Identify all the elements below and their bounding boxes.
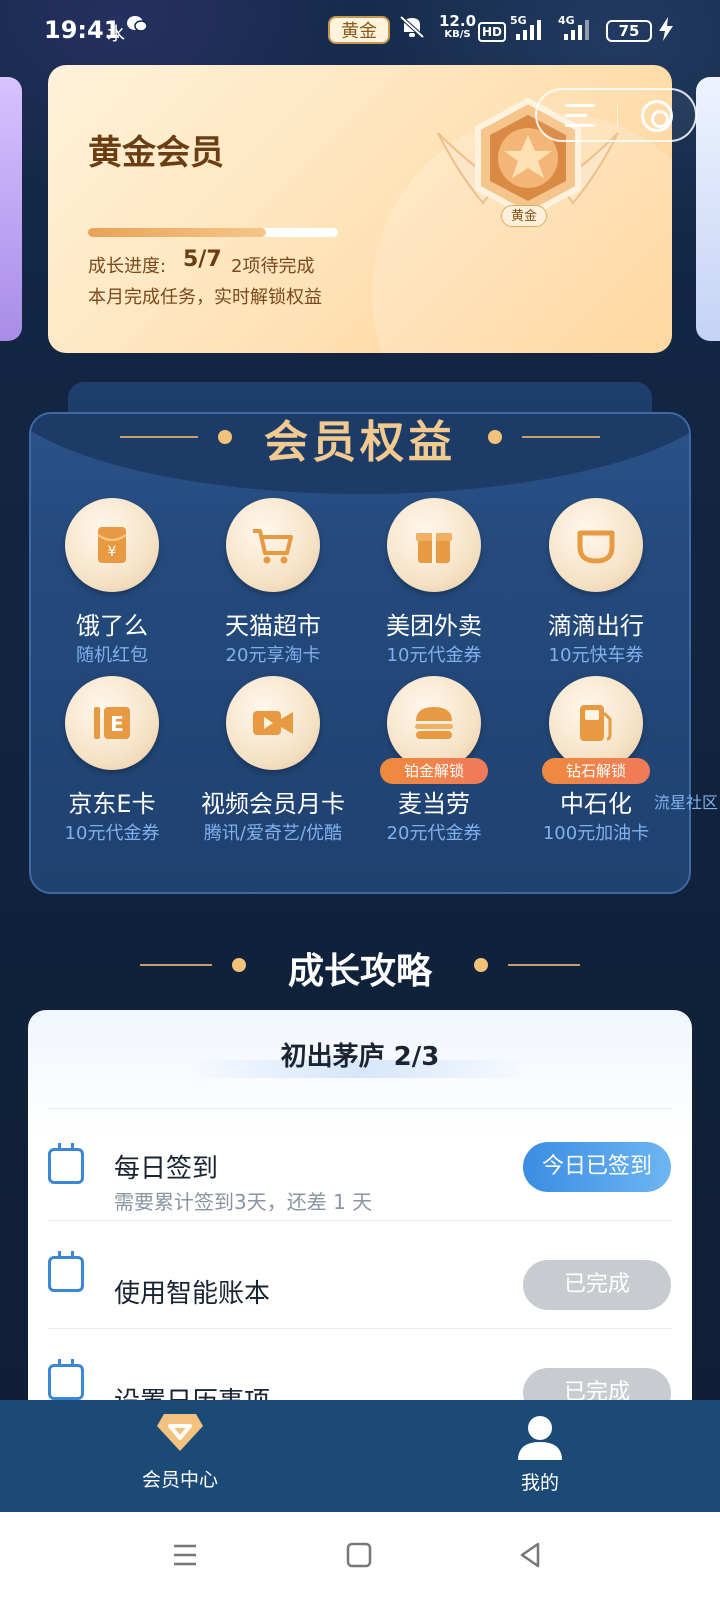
gift-box-icon: [387, 498, 481, 592]
benefit-name: 视频会员月卡: [201, 790, 345, 818]
svg-text:¥: ¥: [108, 544, 117, 560]
benefit-name: 天猫超市: [225, 612, 321, 640]
network-speed: 12.0 KB/S: [439, 12, 477, 41]
progress-label: 成长进度:: [88, 256, 167, 277]
charging-icon: [658, 17, 674, 46]
benefit-name: 饿了么: [76, 612, 148, 640]
task-card: 初出茅庐 2/3 每日签到需要累计签到3天，还差 1 天 今日已签到使用智能账本 已…: [28, 1010, 692, 1430]
calendar-icon: [48, 1143, 84, 1184]
stage-title: 初出茅庐 2/3: [280, 1042, 440, 1072]
previous-level-card[interactable]: [0, 77, 22, 341]
benefit-name: 美团外卖: [386, 612, 482, 640]
card-subtitle: 本月完成任务，实时解锁权益: [88, 287, 322, 308]
benefit-item[interactable]: 美团外卖 10元代金券: [352, 498, 516, 678]
wechat-icon: [126, 14, 148, 39]
badge-level-label: 黄金: [501, 205, 547, 227]
calendar-icon: [48, 1359, 84, 1400]
fuel-pump-icon: [549, 676, 643, 770]
task-description: 需要累计签到3天，还差 1 天: [114, 1190, 373, 1214]
benefit-subtitle: 10元快车券: [548, 645, 644, 666]
home-icon[interactable]: [344, 1540, 374, 1570]
benefit-name: 滴滴出行: [548, 612, 644, 640]
task-action-button[interactable]: 今日已签到: [523, 1142, 671, 1192]
e-card-icon: E: [65, 676, 159, 770]
status-bar: 19:41 水 黄金 12.0 KB/S HD 5G 4G 75: [0, 0, 720, 64]
benefit-subtitle: 100元加油卡: [542, 823, 650, 844]
task-divider: [48, 1108, 672, 1109]
unlock-tier-badge: 铂金解锁: [380, 758, 488, 784]
status-extra-text: 水: [107, 24, 125, 45]
benefit-name: 京东E卡: [68, 790, 156, 818]
benefit-subtitle: 20元代金券: [386, 823, 482, 844]
nav-member-center[interactable]: 会员中心: [80, 1400, 280, 1512]
benefit-name: 麦当劳: [398, 790, 470, 818]
nav-mine-label: 我的: [520, 1472, 559, 1494]
more-menu-icon[interactable]: [565, 104, 595, 128]
side-watermark-tag: 流星社区: [654, 793, 719, 812]
growth-progress-fill: [88, 228, 266, 237]
growth-progress-bar: [88, 228, 338, 237]
benefit-item[interactable]: ¥ 饿了么随机红包: [30, 498, 194, 678]
benefit-item[interactable]: E 京东E卡 10元代金券: [30, 676, 194, 856]
recent-apps-icon[interactable]: [170, 1540, 200, 1570]
system-navigation-bar: [0, 1512, 720, 1600]
benefit-subtitle: 腾讯/爱奇艺/优酷: [203, 823, 343, 844]
red-envelope-icon: ¥: [65, 498, 159, 592]
task-action-button[interactable]: 已完成: [523, 1260, 671, 1310]
diamond-icon: [157, 1414, 203, 1451]
benefit-subtitle: 10元代金券: [386, 645, 482, 666]
unlock-tier-badge: 钻石解锁: [542, 758, 650, 784]
shopping-cart-icon: [226, 498, 320, 592]
task-name: 使用智能账本: [114, 1279, 271, 1309]
hd-voice-icon: HD: [478, 22, 507, 42]
task-row: 每日签到需要累计签到3天，还差 1 天 今日已签到: [28, 1110, 692, 1221]
battery-icon: 75: [606, 20, 652, 42]
bottom-nav: 会员中心 我的: [0, 1400, 720, 1512]
benefit-item[interactable]: 铂金解锁麦当劳 20元代金券: [352, 676, 516, 856]
back-icon[interactable]: [516, 1540, 546, 1570]
calendar-icon: [48, 1251, 84, 1292]
signal-bars-icon: [516, 18, 546, 40]
capsule-divider: [617, 104, 618, 128]
benefit-item[interactable]: 天猫超市 20元享淘卡: [191, 498, 355, 678]
growth-heading: 成长攻略: [287, 951, 432, 992]
svg-text:E: E: [110, 712, 124, 736]
nav-mine[interactable]: 我的: [440, 1400, 640, 1512]
benefit-subtitle: 随机红包: [76, 645, 148, 666]
didi-logo-icon: [549, 498, 643, 592]
benefit-item[interactable]: 视频会员月卡腾讯/爱奇艺/优酷: [191, 676, 355, 856]
member-level-title: 黄金会员: [88, 133, 224, 173]
mini-program-capsule: [535, 88, 697, 142]
video-camera-icon: [226, 676, 320, 770]
nav-member-center-label: 会员中心: [141, 1469, 218, 1491]
growth-line-right: [508, 964, 580, 966]
mute-bell-icon: [398, 14, 426, 45]
next-level-card[interactable]: [696, 77, 720, 341]
burger-icon: [387, 676, 481, 770]
benefit-item[interactable]: 钻石解锁 中石化 100元加油卡: [514, 676, 678, 856]
benefits-heading: 会员权益: [264, 417, 456, 468]
task-row: 使用智能账本 已完成: [28, 1218, 692, 1329]
benefit-item[interactable]: 滴滴出行 10元快车券: [514, 498, 678, 678]
user-profile-icon: [518, 1416, 562, 1460]
signal-bars-2-icon: [564, 18, 594, 40]
benefit-subtitle: 10元代金券: [64, 823, 160, 844]
growth-dot-right: [474, 958, 488, 972]
pending-tasks: 2项待完成: [231, 256, 315, 277]
benefit-subtitle: 20元享淘卡: [225, 645, 321, 666]
status-level-chip: 黄金: [328, 16, 390, 44]
task-name: 每日签到: [114, 1154, 219, 1184]
close-mini-program-icon[interactable]: [641, 100, 673, 132]
progress-value: 5/7: [183, 247, 222, 272]
